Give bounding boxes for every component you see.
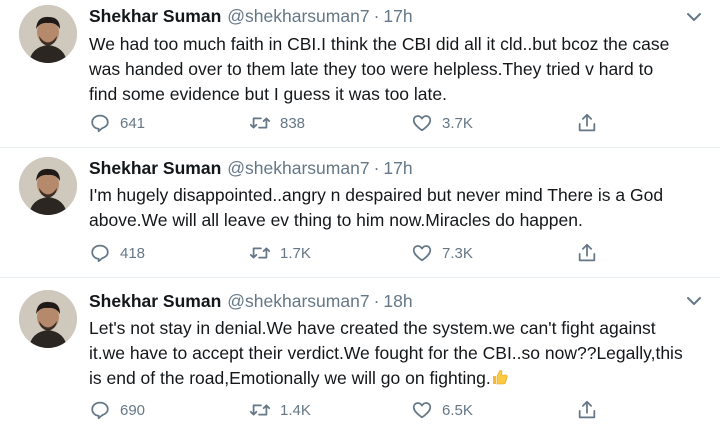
tweet[interactable]: Shekhar Suman @shekharsuman7 · 17h I'm huge… [0, 148, 720, 278]
author-name[interactable]: Shekhar Suman [89, 291, 221, 311]
retweet-button[interactable]: 1.4K [249, 398, 311, 422]
like-icon [412, 245, 432, 262]
tweet-actions: 641 838 3.7K [89, 111, 609, 135]
reply-button[interactable]: 641 [89, 111, 145, 135]
retweet-count: 1.7K [280, 244, 311, 262]
share-icon [578, 243, 596, 262]
separator-dot: · [373, 6, 380, 26]
separator-dot: · [373, 291, 380, 311]
retweet-icon [249, 247, 271, 259]
chevron-down-icon[interactable] [685, 292, 703, 310]
retweet-count: 1.4K [280, 401, 311, 419]
author-handle[interactable]: @shekharsuman7 [227, 6, 369, 26]
reply-count: 418 [120, 244, 146, 262]
retweet-button[interactable]: 838 [249, 111, 305, 135]
share-icon [578, 400, 596, 419]
like-icon [412, 402, 432, 419]
tweet-actions: 690 1.4K 6.5K [89, 398, 609, 422]
thumbs-up-icon [492, 370, 508, 385]
share-button[interactable] [576, 241, 607, 265]
like-count: 3.7K [442, 114, 473, 132]
tweet-timestamp[interactable]: 17h [383, 6, 412, 26]
reply-icon [91, 401, 109, 420]
tweet-text: I'm hugely disappointed..angry n despair… [89, 185, 664, 230]
reply-button[interactable]: 690 [89, 398, 145, 422]
tweet-actions: 418 1.7K 7.3K [89, 241, 609, 265]
share-button[interactable] [576, 111, 607, 135]
retweet-count: 838 [280, 114, 306, 132]
tweet-header: Shekhar Suman @shekharsuman7 · 17h [89, 157, 413, 179]
retweet-button[interactable]: 1.7K [249, 241, 311, 265]
tweet-header: Shekhar Suman @shekharsuman7 · 17h [89, 5, 413, 27]
retweet-icon [249, 404, 271, 416]
like-button[interactable]: 3.7K [411, 111, 473, 135]
reply-icon [91, 244, 109, 263]
tweet-timestamp[interactable]: 17h [383, 158, 412, 178]
reply-button[interactable]: 418 [89, 241, 145, 265]
tweet-text: Let's not stay in denial.We have created… [89, 318, 683, 388]
tweet-timestamp[interactable]: 18h [383, 291, 412, 311]
chevron-down-icon[interactable] [685, 8, 703, 26]
reply-count: 690 [120, 401, 146, 419]
share-icon [578, 113, 596, 132]
like-button[interactable]: 7.3K [411, 241, 473, 265]
tweet-feed: Shekhar Suman @shekharsuman7 · 17h We had t… [0, 0, 720, 436]
tweet-text-container: Let's not stay in denial.We have created… [89, 316, 709, 391]
author-handle[interactable]: @shekharsuman7 [227, 158, 369, 178]
author-name[interactable]: Shekhar Suman [89, 158, 221, 178]
reply-count: 641 [120, 114, 146, 132]
share-button[interactable] [576, 398, 607, 422]
like-count: 7.3K [442, 244, 473, 262]
tweet[interactable]: Shekhar Suman @shekharsuman7 · 18h Let's no… [0, 278, 720, 436]
tweet-text: We had too much faith in CBI.I think the… [89, 34, 670, 104]
author-handle[interactable]: @shekharsuman7 [227, 291, 369, 311]
like-button[interactable]: 6.5K [411, 398, 473, 422]
tweet[interactable]: Shekhar Suman @shekharsuman7 · 17h We had t… [0, 0, 720, 148]
separator-dot: · [373, 158, 380, 178]
like-count: 6.5K [442, 401, 473, 419]
retweet-icon [249, 117, 271, 129]
tweet-header: Shekhar Suman @shekharsuman7 · 18h [89, 290, 413, 312]
author-name[interactable]: Shekhar Suman [89, 6, 221, 26]
avatar[interactable] [19, 5, 77, 63]
like-icon [412, 115, 432, 132]
reply-icon [91, 114, 109, 133]
avatar[interactable] [19, 290, 77, 348]
avatar[interactable] [19, 157, 77, 215]
